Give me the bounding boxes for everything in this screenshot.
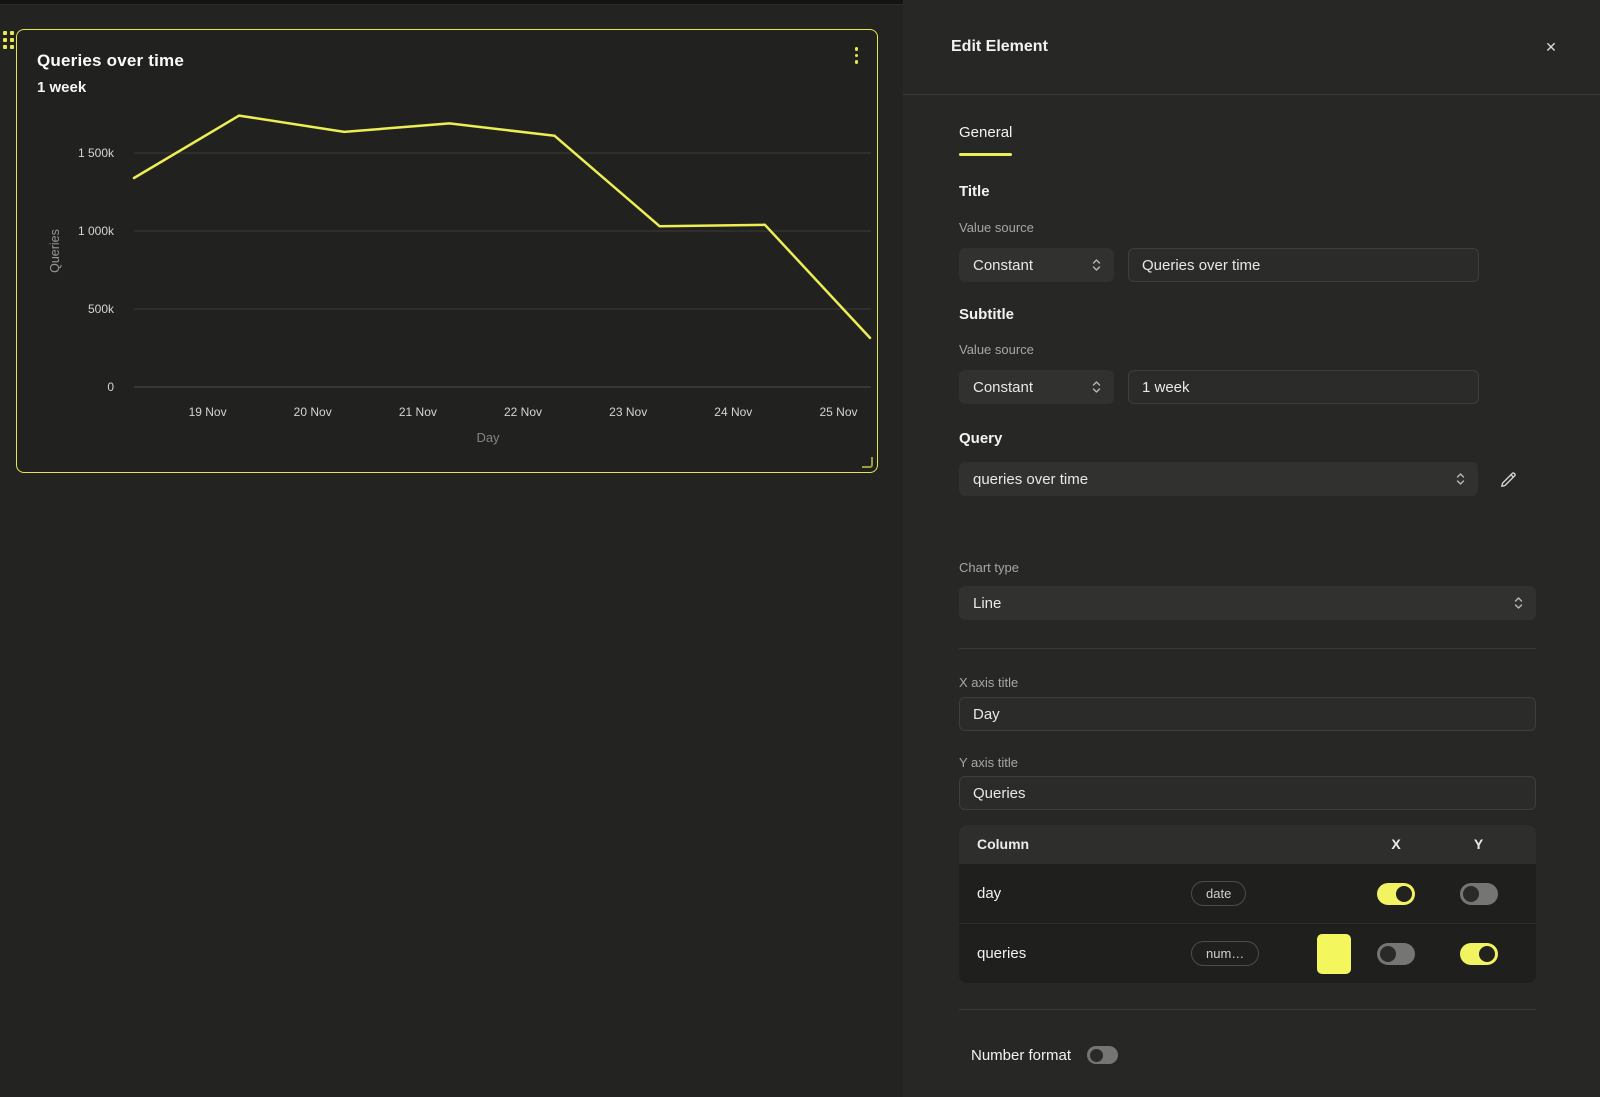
- svg-text:19 Nov: 19 Nov: [189, 405, 227, 419]
- chevron-updown-icon: [1081, 379, 1102, 395]
- chart-card[interactable]: 0 500k 1 000k 1 500k 19 Nov 20 Nov 21 Nov 22 No…: [16, 29, 878, 473]
- chart-title: Queries over time: [37, 51, 184, 71]
- app-window: 0 500k 1 000k 1 500k 19 Nov 20 Nov 21 Nov 22 No…: [0, 0, 1600, 1097]
- title-source-value: Constant: [973, 257, 1033, 274]
- series-color-swatch[interactable]: [1317, 934, 1351, 974]
- svg-text:22 Nov: 22 Nov: [504, 405, 542, 419]
- query-select[interactable]: queries over time: [959, 462, 1478, 496]
- x-axis-toggle[interactable]: [1377, 883, 1415, 905]
- chevron-updown-icon: [1081, 257, 1102, 273]
- card-resize-handle-icon[interactable]: [862, 457, 873, 468]
- title-section-heading: Title: [959, 183, 1536, 201]
- x-axis-title-input[interactable]: [959, 697, 1536, 731]
- columns-table: Column X Y day date queries num…: [959, 825, 1536, 983]
- svg-text:23 Nov: 23 Nov: [609, 405, 647, 419]
- svg-text:24 Nov: 24 Nov: [714, 405, 752, 419]
- chart-type-select[interactable]: Line: [959, 586, 1536, 620]
- svg-text:Queries: Queries: [48, 229, 62, 273]
- svg-text:25 Nov: 25 Nov: [819, 405, 857, 419]
- title-value-input[interactable]: [1128, 248, 1479, 282]
- edit-element-panel: Edit Element ✕ General Title Value sourc…: [903, 0, 1600, 1097]
- top-bar: [0, 0, 903, 5]
- number-format-toggle[interactable]: [1087, 1046, 1118, 1064]
- number-format-row: Number format: [959, 1046, 1536, 1064]
- subtitle-value-input[interactable]: [1128, 370, 1479, 404]
- columns-table-header: Column X Y: [959, 825, 1536, 863]
- y-axis-toggle[interactable]: [1460, 943, 1498, 965]
- y-axis-title-input[interactable]: [959, 776, 1536, 810]
- divider: [959, 648, 1536, 649]
- y-axis-title-label: Y axis title: [959, 755, 1536, 771]
- panel-header: Edit Element ✕: [903, 0, 1600, 95]
- subtitle-source-value: Constant: [973, 379, 1033, 396]
- column-header: Column: [977, 836, 1361, 852]
- svg-text:1 000k: 1 000k: [78, 224, 115, 238]
- chart-type-label: Chart type: [959, 560, 1536, 576]
- chart-subtitle: 1 week: [37, 79, 86, 96]
- card-drag-handle-icon[interactable]: [3, 31, 14, 49]
- chart-type-value: Line: [973, 595, 1001, 612]
- column-name: queries: [977, 945, 1191, 962]
- subtitle-section-heading: Subtitle: [959, 306, 1536, 324]
- line-chart: 0 500k 1 000k 1 500k 19 Nov 20 Nov 21 Nov 22 No…: [17, 30, 879, 474]
- divider: [959, 1009, 1536, 1010]
- x-axis-title-label: X axis title: [959, 675, 1536, 691]
- chevron-updown-icon: [1445, 471, 1466, 487]
- query-select-value: queries over time: [973, 471, 1088, 488]
- y-axis-toggle[interactable]: [1460, 883, 1498, 905]
- card-menu-icon[interactable]: [852, 44, 862, 67]
- column-type-badge: date: [1191, 881, 1246, 906]
- edit-query-pencil-icon[interactable]: [1496, 466, 1522, 492]
- close-icon[interactable]: ✕: [1540, 36, 1562, 58]
- svg-text:0: 0: [107, 380, 114, 394]
- active-tab-underline: [959, 153, 1012, 156]
- table-row: queries num…: [959, 923, 1536, 983]
- query-section-heading: Query: [959, 430, 1536, 448]
- tab-general-label: General: [959, 124, 1012, 141]
- tab-general[interactable]: General: [943, 124, 1028, 156]
- svg-text:1 500k: 1 500k: [78, 146, 115, 160]
- title-source-select[interactable]: Constant: [959, 248, 1114, 282]
- x-header: X: [1361, 836, 1431, 852]
- column-name: day: [977, 885, 1191, 902]
- svg-text:Day: Day: [476, 430, 500, 445]
- column-type-badge: num…: [1191, 941, 1259, 966]
- tab-bar: General: [943, 124, 1536, 156]
- svg-text:20 Nov: 20 Nov: [294, 405, 332, 419]
- svg-text:500k: 500k: [88, 302, 115, 316]
- panel-title: Edit Element: [951, 38, 1048, 56]
- y-header: Y: [1431, 836, 1526, 852]
- x-axis-toggle[interactable]: [1377, 943, 1415, 965]
- svg-text:21 Nov: 21 Nov: [399, 405, 437, 419]
- chevron-updown-icon: [1503, 595, 1524, 611]
- number-format-label: Number format: [971, 1047, 1071, 1064]
- title-value-source-label: Value source: [959, 220, 1536, 236]
- table-row: day date: [959, 863, 1536, 923]
- subtitle-value-source-label: Value source: [959, 342, 1536, 358]
- subtitle-source-select[interactable]: Constant: [959, 370, 1114, 404]
